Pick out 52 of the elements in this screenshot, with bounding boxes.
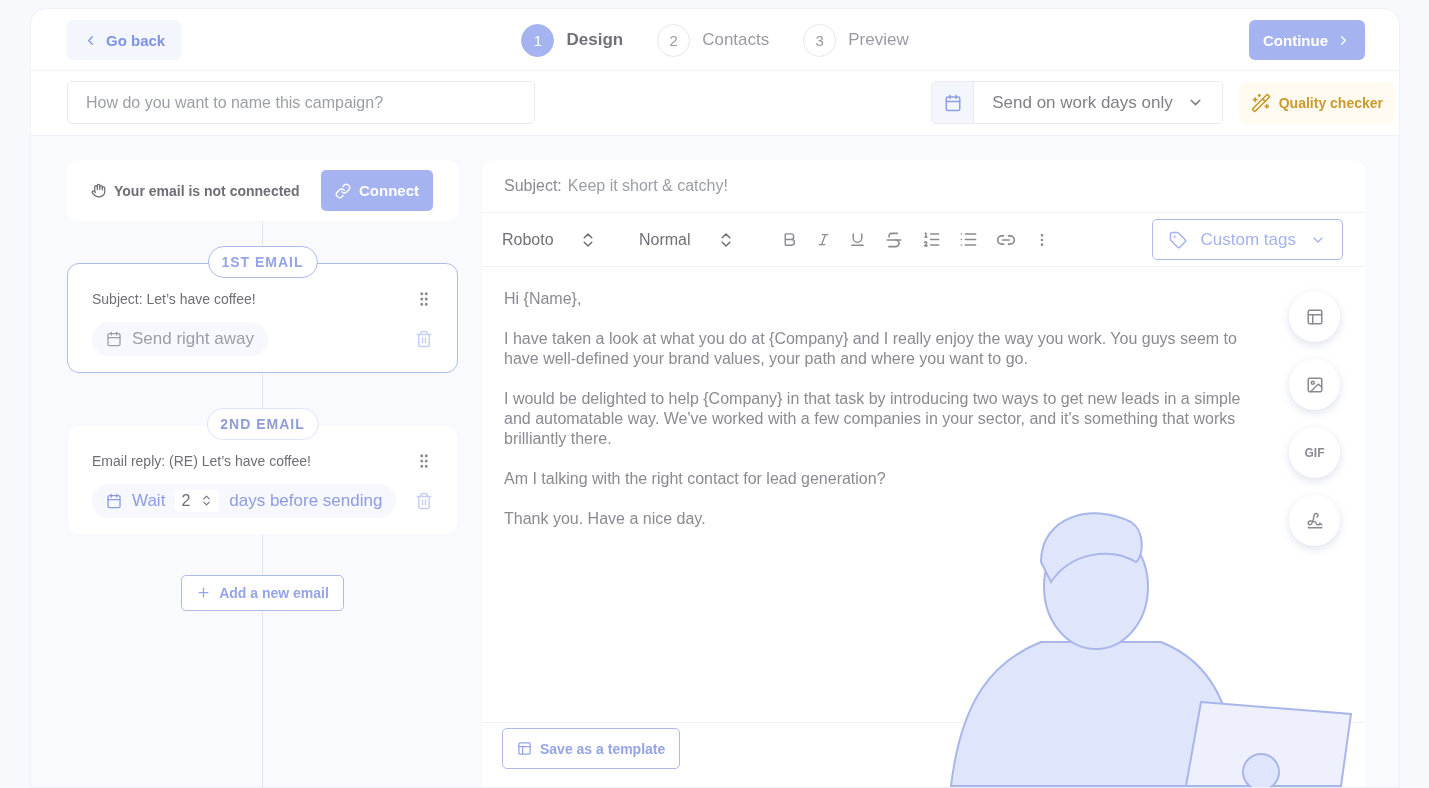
- bullet-list-icon: [959, 230, 978, 249]
- hand-icon: [91, 182, 106, 198]
- image-icon: [1305, 375, 1324, 394]
- connection-status: Your email is not connected: [91, 182, 300, 199]
- plus-icon: [196, 585, 212, 601]
- connect-button[interactable]: Connect: [321, 170, 433, 211]
- email-subject: Subject: Let’s have coffee!: [92, 291, 256, 308]
- link-icon: [335, 182, 351, 199]
- calendar-icon: [106, 492, 122, 509]
- size-select[interactable]: Normal: [639, 230, 735, 249]
- gif-button[interactable]: GIF: [1289, 427, 1340, 478]
- step-number[interactable]: 3: [803, 23, 837, 57]
- calendar-icon: [943, 93, 962, 112]
- add-email-button[interactable]: Add a new email: [181, 575, 344, 611]
- email-badge: 2ND EMAIL: [206, 407, 319, 440]
- wait-label: Wait: [132, 490, 166, 511]
- body-paragraph: Hi {Name},: [504, 289, 583, 309]
- step-number[interactable]: 1: [521, 23, 555, 57]
- magic-wand-icon: [1250, 92, 1271, 113]
- schedule-text: Send right away: [132, 329, 254, 350]
- continue-button[interactable]: Continue: [1249, 20, 1365, 60]
- quality-checker-button[interactable]: Quality checker: [1238, 81, 1395, 124]
- back-button[interactable]: Go back: [67, 20, 182, 60]
- step-label[interactable]: Contacts: [702, 30, 770, 50]
- body-paragraph: I would be delighted to help {Company} in that task by introducing two ways to get new leads in a simple and automatable way. We've worked with a few companies in your sector, and it's something that works brilliantly there.: [504, 389, 1242, 449]
- tag-icon: [1168, 230, 1187, 249]
- days-field[interactable]: 2: [175, 489, 220, 512]
- numbered-list-icon: [922, 230, 941, 249]
- image-button[interactable]: [1289, 359, 1340, 410]
- save-template-button[interactable]: Save as a template: [502, 728, 681, 769]
- email-badge: 1ST EMAIL: [207, 246, 318, 279]
- body-paragraph: Am I talking with the right contact for lead generation?: [504, 469, 887, 489]
- wait-suffix: days before sending: [229, 490, 383, 511]
- layout-icon: [1305, 307, 1324, 326]
- font-select[interactable]: Roboto: [502, 230, 597, 249]
- layout-button[interactable]: [1289, 291, 1340, 342]
- body-paragraph: I have taken a look at what you do at {Company} and I really enjoy the way you work. You guys seem to have well-defined your brand values, your path and where you want to go.: [504, 329, 1238, 369]
- schedule-select[interactable]: Send on work days only: [931, 81, 1223, 124]
- body-paragraph: Thank you. Have a nice day.: [504, 509, 707, 529]
- subject-field[interactable]: Subject: Keep it short & catchy!: [482, 160, 1365, 213]
- italic-icon: [816, 232, 831, 247]
- signature-icon: [1305, 511, 1324, 530]
- campaign-name-field[interactable]: How do you want to name this campaign?: [67, 81, 535, 124]
- step-label[interactable]: Preview: [848, 30, 909, 50]
- step-label[interactable]: Design: [566, 30, 624, 50]
- layout-icon: [517, 741, 532, 756]
- custom-tags-button[interactable]: Custom tags: [1151, 219, 1343, 260]
- signature-button[interactable]: [1289, 495, 1340, 546]
- email-subject: Email reply: (RE) Let’s have coffee!: [92, 452, 311, 469]
- calendar-icon: [106, 331, 122, 348]
- underline-icon: [849, 231, 866, 248]
- step-number[interactable]: 2: [657, 23, 691, 57]
